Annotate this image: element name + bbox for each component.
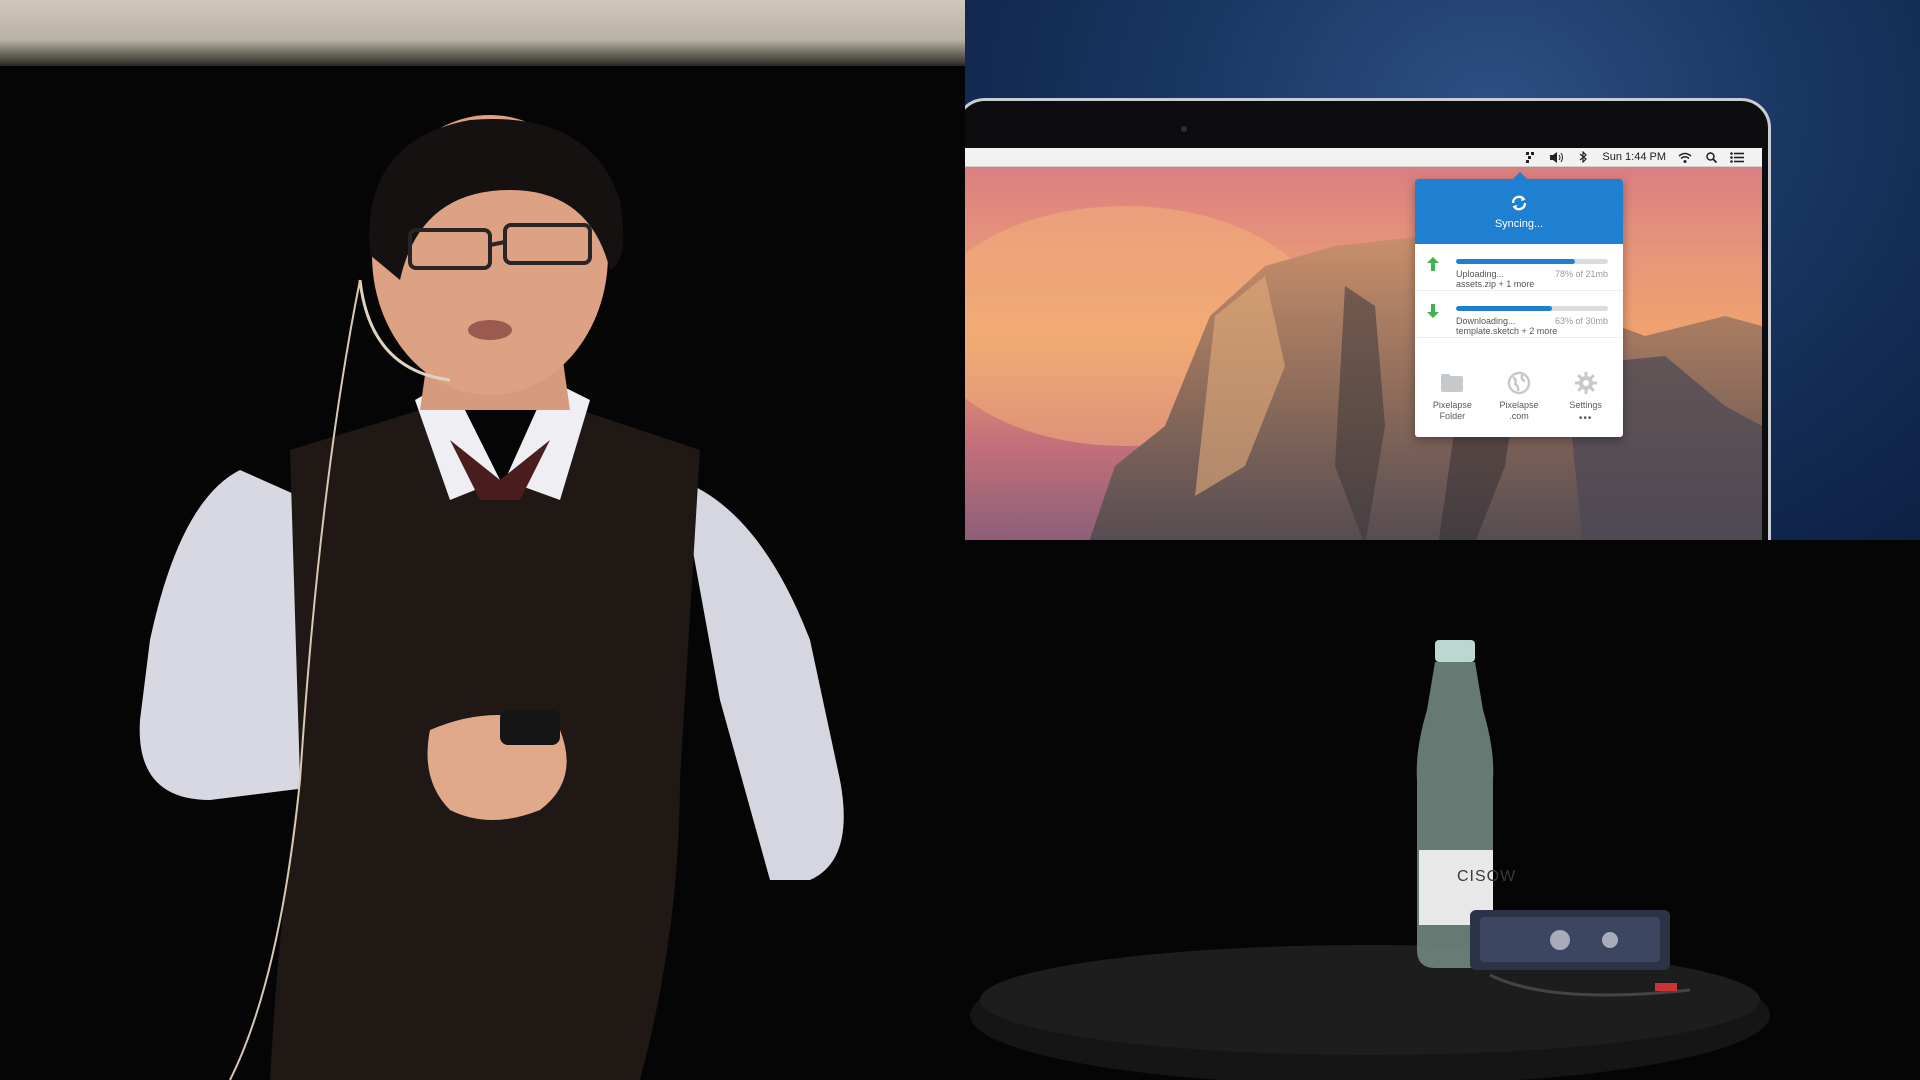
download-detail: template.sketch + 2 more <box>1456 326 1558 336</box>
spotlight-search-icon[interactable] <box>1704 151 1718 164</box>
popover-caret <box>1513 172 1527 179</box>
upload-label-group: Uploading... assets.zip + 1 more <box>1456 269 1534 289</box>
download-progress-bar <box>1456 306 1608 311</box>
folder-icon <box>1439 370 1465 396</box>
upload-progress-fill <box>1456 259 1575 264</box>
projection-screen-edge <box>0 0 965 66</box>
upload-row[interactable]: Uploading... assets.zip + 1 more 78% of … <box>1415 244 1623 291</box>
download-label: Downloading... <box>1456 316 1516 326</box>
globe-icon <box>1506 370 1532 396</box>
projected-slide: Sun 1:44 PM Syncing... Uploading... asse… <box>965 0 1920 540</box>
upload-label: Uploading... <box>1456 269 1505 279</box>
pixelapse-website-button[interactable]: Pixelapse .com <box>1489 355 1549 437</box>
sync-popover: Syncing... Uploading... assets.zip + 1 m… <box>1415 172 1623 437</box>
webcam <box>1181 126 1187 132</box>
bluetooth-icon[interactable] <box>1576 151 1590 164</box>
menu-bar: Sun 1:44 PM <box>965 148 1762 167</box>
download-arrow-icon <box>1427 304 1439 318</box>
pixelapse-website-label: Pixelapse .com <box>1499 400 1539 421</box>
upload-progress-text: 78% of 21mb <box>1554 269 1608 279</box>
settings-more-indicator[interactable]: ••• <box>1579 414 1593 424</box>
download-progress-text: 63% of 30mb <box>1554 316 1608 326</box>
upload-progress-bar <box>1456 259 1608 264</box>
audio-interface <box>1470 910 1691 997</box>
laptop-display: Sun 1:44 PM Syncing... Uploading... asse… <box>965 148 1762 540</box>
laptop-bezel: Sun 1:44 PM Syncing... Uploading... asse… <box>965 98 1771 540</box>
bottle-brand-label: CISOW <box>1457 868 1517 885</box>
download-row[interactable]: Downloading... template.sketch + 2 more … <box>1415 291 1623 338</box>
download-progress-fill <box>1456 306 1552 311</box>
settings-button[interactable]: Settings ••• <box>1556 355 1616 437</box>
upload-arrow-icon <box>1427 257 1439 271</box>
pixelapse-folder-button[interactable]: Pixelapse Folder <box>1422 355 1482 437</box>
notification-center-icon[interactable] <box>1730 151 1744 164</box>
desktop-wallpaper <box>965 206 1762 540</box>
popover-header: Syncing... <box>1415 179 1623 244</box>
menu-bar-clock[interactable]: Sun 1:44 PM <box>1602 151 1666 163</box>
speaker-figure <box>139 115 844 1080</box>
pixelapse-folder-label: Pixelapse Folder <box>1432 400 1472 421</box>
sync-icon <box>1511 195 1527 210</box>
upload-detail: assets.zip + 1 more <box>1456 279 1535 289</box>
popover-actions: Pixelapse Folder Pixelapse .com Settings… <box>1415 355 1623 437</box>
gear-icon <box>1573 370 1599 396</box>
wifi-icon[interactable] <box>1678 151 1692 164</box>
settings-label: Settings <box>1569 400 1602 410</box>
sync-status: Syncing... <box>1494 217 1544 230</box>
pixelapse-menu-icon[interactable] <box>1524 151 1538 164</box>
download-label-group: Downloading... template.sketch + 2 more <box>1456 316 1557 336</box>
volume-icon[interactable] <box>1550 151 1564 164</box>
